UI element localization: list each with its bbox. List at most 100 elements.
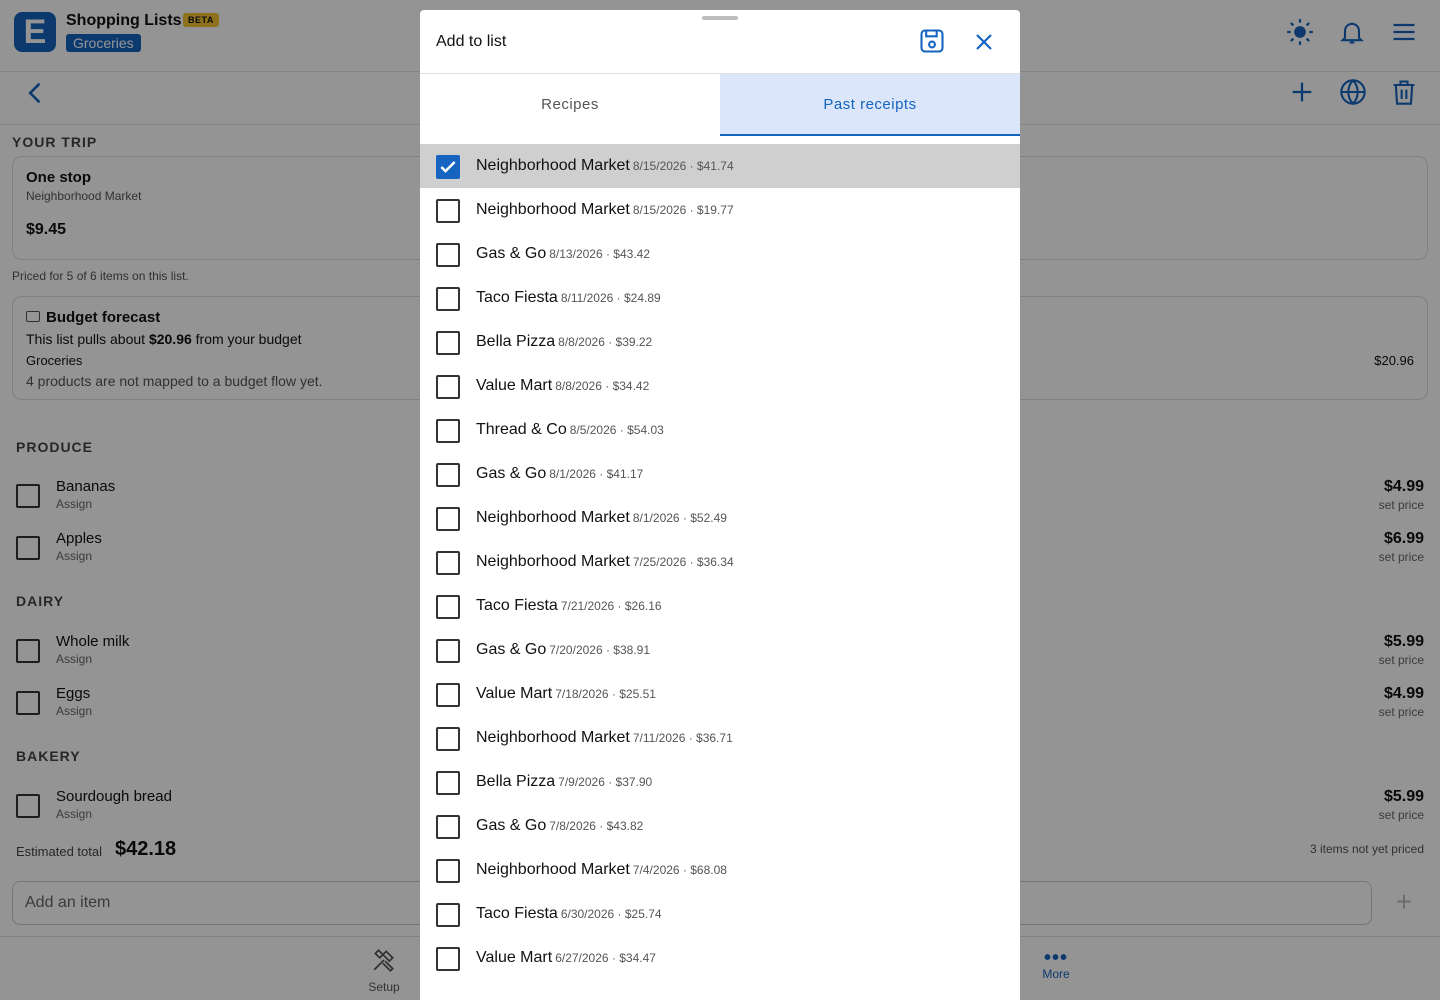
receipt-store-name: Neighborhood Market (476, 861, 630, 878)
receipt-store-name: Value Mart (476, 685, 553, 702)
receipt-store: Taco Fiesta 8/11/2026 · $24.89 (476, 289, 661, 307)
receipt-checkbox[interactable] (436, 683, 460, 707)
receipt-store: Neighborhood Market 7/11/2026 · $36.71 (476, 729, 733, 747)
tab-past-receipts[interactable]: Past receipts (720, 74, 1020, 136)
receipt-store-name: Neighborhood Market (476, 157, 630, 174)
receipt-store: Neighborhood Market 8/1/2026 · $52.49 (476, 509, 727, 527)
receipt-row[interactable]: Value Mart 8/8/2026 · $34.42 (420, 364, 1020, 408)
receipt-store: Neighborhood Market 8/15/2026 · $19.77 (476, 201, 734, 219)
receipt-row[interactable]: Gas & Go 8/1/2026 · $41.17 (420, 452, 1020, 496)
modal-title: Add to list (436, 33, 507, 50)
receipt-checkbox[interactable] (436, 419, 460, 443)
receipt-checkbox[interactable] (436, 243, 460, 267)
receipt-row[interactable]: Gas & Go 8/13/2026 · $43.42 (420, 232, 1020, 276)
receipt-store-name: Neighborhood Market (476, 509, 630, 526)
receipt-meta: 7/9/2026 · $37.90 (558, 775, 653, 789)
receipt-store: Gas & Go 8/1/2026 · $41.17 (476, 465, 643, 483)
receipt-store-name: Gas & Go (476, 817, 547, 834)
close-icon[interactable] (972, 30, 996, 54)
receipt-list: Neighborhood Market 8/15/2026 · $41.74 Nei… (420, 144, 1020, 980)
receipt-row[interactable]: Value Mart 6/27/2026 · $34.47 (420, 936, 1020, 980)
receipt-row[interactable]: Neighborhood Market 8/15/2026 · $19.77 (420, 188, 1020, 232)
receipt-checkbox[interactable] (436, 727, 460, 751)
receipt-store-name: Thread & Co (476, 421, 567, 438)
receipt-store: Neighborhood Market 7/4/2026 · $68.08 (476, 861, 727, 879)
receipt-store-name: Gas & Go (476, 465, 547, 482)
check-icon (440, 161, 456, 173)
receipt-store: Taco Fiesta 6/30/2026 · $25.74 (476, 905, 662, 923)
receipt-row[interactable]: Taco Fiesta 6/30/2026 · $25.74 (420, 892, 1020, 936)
receipt-checkbox[interactable] (436, 815, 460, 839)
receipt-meta: 8/5/2026 · $54.03 (569, 423, 664, 437)
receipt-store: Value Mart 8/8/2026 · $34.42 (476, 377, 649, 395)
save-icon[interactable] (918, 27, 946, 55)
receipt-store: Value Mart 7/18/2026 · $25.51 (476, 685, 656, 703)
receipt-row[interactable]: Bella Pizza 8/8/2026 · $39.22 (420, 320, 1020, 364)
tab-recipes[interactable]: Recipes (420, 74, 720, 136)
receipt-store: Value Mart 6/27/2026 · $34.47 (476, 949, 656, 967)
receipt-meta: 6/27/2026 · $34.47 (555, 951, 656, 965)
receipt-store-name: Value Mart (476, 377, 553, 394)
receipt-checkbox[interactable] (436, 375, 460, 399)
receipt-store-name: Taco Fiesta (476, 597, 558, 614)
receipt-meta: 7/11/2026 · $36.71 (632, 731, 733, 745)
receipt-checkbox[interactable] (436, 903, 460, 927)
receipt-store: Gas & Go 7/8/2026 · $43.82 (476, 817, 643, 835)
receipt-row[interactable]: Neighborhood Market 7/25/2026 · $36.34 (420, 540, 1020, 584)
receipt-meta: 7/8/2026 · $43.82 (549, 819, 644, 833)
receipt-store: Gas & Go 8/13/2026 · $43.42 (476, 245, 650, 263)
receipt-checkbox[interactable] (436, 595, 460, 619)
receipt-row[interactable]: Gas & Go 7/8/2026 · $43.82 (420, 804, 1020, 848)
receipt-store: Taco Fiesta 7/21/2026 · $26.16 (476, 597, 662, 615)
receipt-meta: 8/13/2026 · $43.42 (549, 247, 651, 261)
receipt-row[interactable]: Neighborhood Market 7/4/2026 · $68.08 (420, 848, 1020, 892)
receipt-store: Gas & Go 7/20/2026 · $38.91 (476, 641, 650, 659)
receipt-store: Neighborhood Market 8/15/2026 · $41.74 (476, 157, 734, 175)
receipt-store: Neighborhood Market 7/25/2026 · $36.34 (476, 553, 734, 571)
receipt-row[interactable]: Thread & Co 8/5/2026 · $54.03 (420, 408, 1020, 452)
receipt-meta: 7/18/2026 · $25.51 (555, 687, 656, 701)
receipt-checkbox[interactable] (436, 463, 460, 487)
receipt-row[interactable]: Gas & Go 7/20/2026 · $38.91 (420, 628, 1020, 672)
receipt-meta: 7/4/2026 · $68.08 (632, 863, 727, 877)
receipt-meta: 8/11/2026 · $24.89 (560, 291, 661, 305)
receipt-checkbox[interactable] (436, 199, 460, 223)
receipt-checkbox[interactable] (436, 287, 460, 311)
receipt-row[interactable]: Neighborhood Market 7/11/2026 · $36.71 (420, 716, 1020, 760)
receipt-checkbox[interactable] (436, 639, 460, 663)
receipt-store: Bella Pizza 7/9/2026 · $37.90 (476, 773, 652, 791)
receipt-store-name: Taco Fiesta (476, 905, 558, 922)
receipt-meta: 8/1/2026 · $52.49 (632, 511, 727, 525)
receipt-meta: 7/25/2026 · $36.34 (632, 555, 734, 569)
receipt-meta: 8/1/2026 · $41.17 (549, 467, 644, 481)
receipt-store: Bella Pizza 8/8/2026 · $39.22 (476, 333, 652, 351)
receipt-meta: 7/20/2026 · $38.91 (549, 643, 651, 657)
receipt-row[interactable]: Value Mart 7/18/2026 · $25.51 (420, 672, 1020, 716)
receipt-checkbox[interactable] (436, 771, 460, 795)
receipt-store-name: Neighborhood Market (476, 553, 630, 570)
receipt-meta: 8/8/2026 · $39.22 (558, 335, 653, 349)
receipt-store-name: Value Mart (476, 949, 553, 966)
receipt-row[interactable]: Neighborhood Market 8/1/2026 · $52.49 (420, 496, 1020, 540)
receipt-checkbox[interactable] (436, 947, 460, 971)
receipt-store-name: Neighborhood Market (476, 201, 630, 218)
receipt-row[interactable]: Bella Pizza 7/9/2026 · $37.90 (420, 760, 1020, 804)
receipt-meta: 6/30/2026 · $25.74 (560, 907, 662, 921)
receipt-checkbox[interactable] (436, 507, 460, 531)
receipt-row[interactable]: Taco Fiesta 7/21/2026 · $26.16 (420, 584, 1020, 628)
receipt-row[interactable]: Neighborhood Market 8/15/2026 · $41.74 (420, 144, 1020, 188)
receipt-store-name: Neighborhood Market (476, 729, 630, 746)
receipt-row[interactable]: Taco Fiesta 8/11/2026 · $24.89 (420, 276, 1020, 320)
receipt-meta: 8/8/2026 · $34.42 (555, 379, 650, 393)
receipt-store: Thread & Co 8/5/2026 · $54.03 (476, 421, 664, 439)
drag-handle[interactable] (702, 16, 738, 20)
receipt-checkbox[interactable] (436, 859, 460, 883)
add-to-list-modal: Add to list Recipes Past receipts Neighb… (420, 10, 1020, 1000)
receipt-store-name: Bella Pizza (476, 333, 556, 350)
receipt-checkbox[interactable] (436, 331, 460, 355)
receipt-store-name: Gas & Go (476, 641, 547, 658)
receipt-store-name: Gas & Go (476, 245, 547, 262)
modal-header: Add to list (420, 10, 1020, 74)
receipt-checkbox[interactable] (436, 551, 460, 575)
receipt-checkbox[interactable] (436, 155, 460, 179)
